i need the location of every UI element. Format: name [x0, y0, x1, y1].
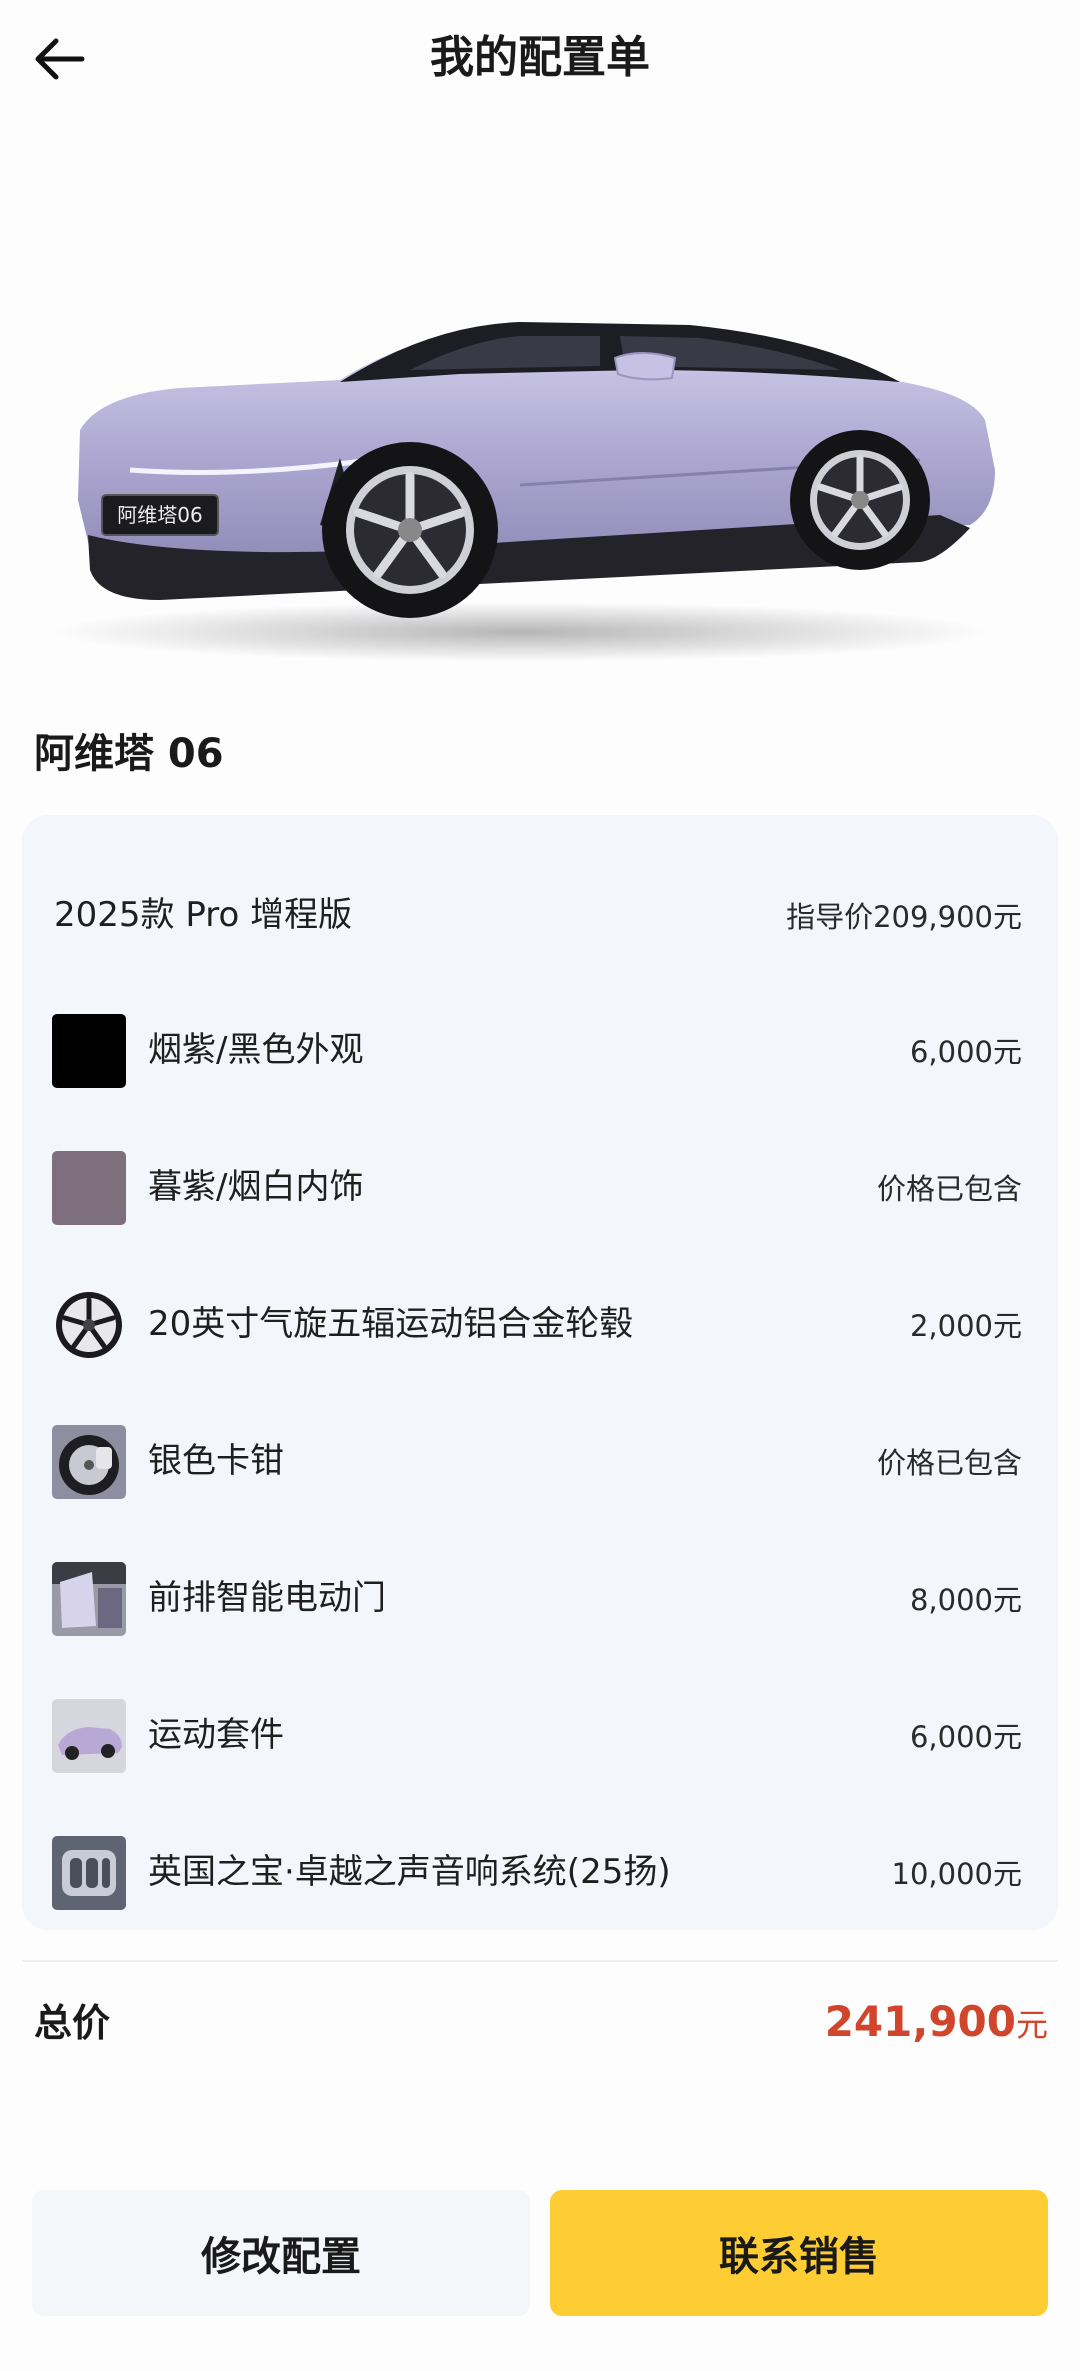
- config-item-label: 运动套件: [148, 1715, 284, 1755]
- total-price: 241,900元: [825, 1992, 1048, 2055]
- sport-kit-photo: [52, 1699, 126, 1773]
- config-item-price: 10,000元: [891, 1857, 1022, 1891]
- config-item: 烟紫/黑色外观 6,000元: [22, 1000, 1058, 1100]
- audio-photo: [52, 1836, 126, 1910]
- door-photo: [52, 1562, 126, 1636]
- config-item-label: 烟紫/黑色外观: [148, 1030, 364, 1070]
- config-item-label: 暮紫/烟白内饰: [148, 1167, 364, 1207]
- total-amount: 241,900: [824, 1997, 1016, 2046]
- config-base-row: 2025款 Pro 增程版 指导价209,900元: [22, 865, 1058, 965]
- config-item: 前排智能电动门 8,000元: [22, 1548, 1058, 1648]
- total-label: 总价: [34, 2001, 111, 2045]
- car-image: 阿维塔06: [40, 300, 1040, 670]
- config-base-price: 指导价209,900元: [786, 900, 1022, 934]
- caliper-photo: [52, 1425, 126, 1499]
- config-item-price: 价格已包含: [876, 1446, 1022, 1480]
- total-unit: 元: [1015, 2006, 1048, 2044]
- config-item-price: 2,000元: [909, 1309, 1022, 1343]
- config-item-price: 价格已包含: [876, 1172, 1022, 1206]
- config-item-price: 6,000元: [909, 1720, 1022, 1754]
- config-item-label: 20英寸气旋五辐运动铝合金轮毂: [148, 1304, 634, 1344]
- config-item: 英国之宝·卓越之声音响系统(25扬) 10,000元: [22, 1822, 1058, 1922]
- config-item-label: 英国之宝·卓越之声音响系统(25扬): [148, 1852, 671, 1892]
- config-item: 银色卡钳 价格已包含: [22, 1411, 1058, 1511]
- wheel-icon: [52, 1288, 126, 1362]
- contact-sales-button[interactable]: 联系销售: [550, 2190, 1048, 2316]
- model-name: 阿维塔 06: [34, 731, 224, 777]
- divider: [22, 1960, 1058, 1962]
- page-title: 我的配置单: [430, 32, 650, 83]
- config-item: 20英寸气旋五辐运动铝合金轮毂 2,000元: [22, 1274, 1058, 1374]
- config-list: 2025款 Pro 增程版 指导价209,900元 烟紫/黑色外观 6,000元…: [22, 815, 1058, 1930]
- config-item: 暮紫/烟白内饰 价格已包含: [22, 1137, 1058, 1237]
- config-item-price: 6,000元: [909, 1035, 1022, 1069]
- config-item-label: 银色卡钳: [148, 1441, 284, 1481]
- plate-text: 阿维塔06: [117, 503, 202, 527]
- black-swatch: [52, 1014, 126, 1088]
- config-base-label: 2025款 Pro 增程版: [54, 895, 353, 935]
- top-bar: 我的配置单: [0, 0, 1080, 120]
- config-item-label: 前排智能电动门: [148, 1578, 386, 1618]
- config-item-price: 8,000元: [909, 1583, 1022, 1617]
- edit-config-button[interactable]: 修改配置: [32, 2190, 530, 2316]
- config-item: 运动套件 6,000元: [22, 1685, 1058, 1785]
- mauve-swatch: [52, 1151, 126, 1225]
